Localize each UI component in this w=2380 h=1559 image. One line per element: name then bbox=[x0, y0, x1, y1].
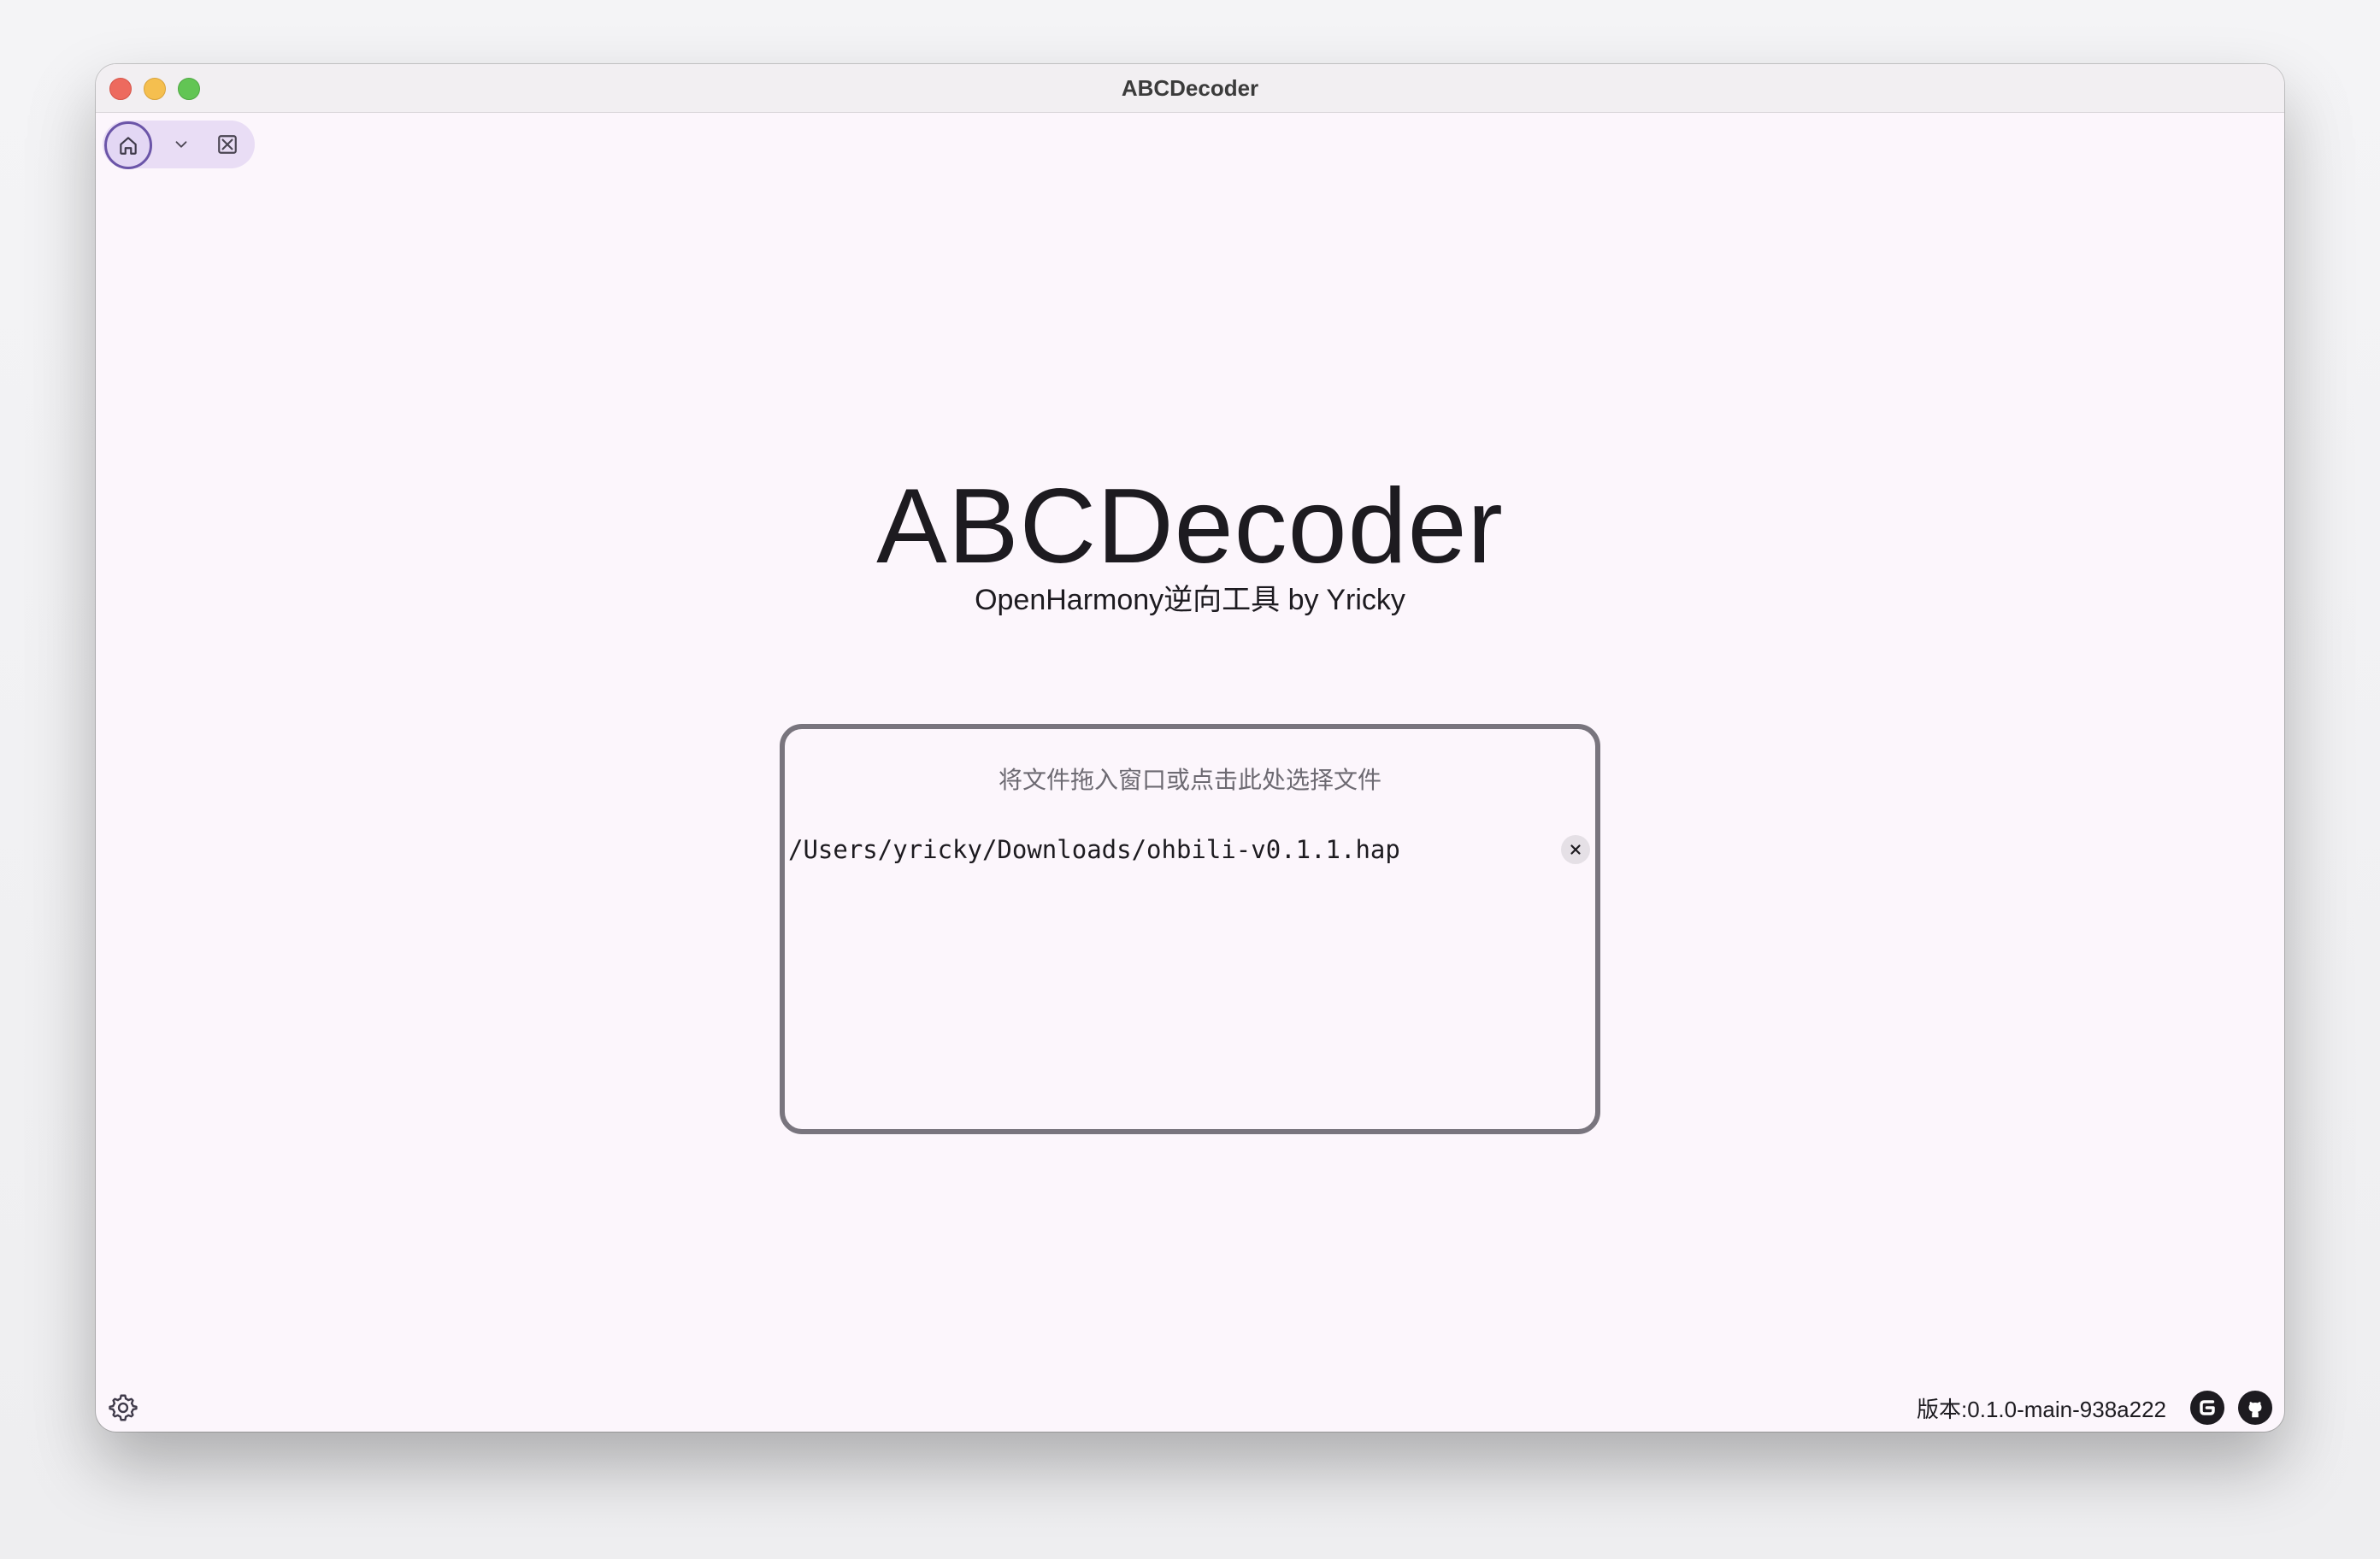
app-title: ABCDecoder bbox=[876, 468, 1504, 585]
gitee-link[interactable] bbox=[2190, 1391, 2224, 1425]
version-label: 版本:0.1.0-main-938a222 bbox=[1917, 1396, 2166, 1422]
file-path: /Users/yricky/Downloads/ohbili-v0.1.1.ha… bbox=[788, 835, 1400, 864]
github-icon bbox=[2248, 1402, 2262, 1418]
gear-icon bbox=[109, 1394, 138, 1421]
close-all-icon bbox=[218, 135, 237, 154]
footer-right: 版本:0.1.0-main-938a222 bbox=[1917, 1391, 2272, 1425]
remove-file-button[interactable] bbox=[1561, 835, 1590, 864]
settings-button[interactable] bbox=[106, 1391, 140, 1425]
close-icon bbox=[1570, 844, 1581, 855]
github-link[interactable] bbox=[2238, 1391, 2272, 1425]
chevron-down-icon bbox=[175, 141, 187, 148]
file-dropzone[interactable]: 将文件拖入窗口或点击此处选择文件 /Users/yricky/Downloads… bbox=[780, 724, 1600, 1134]
tab-bar bbox=[103, 121, 255, 169]
dropzone-hint: 将文件拖入窗口或点击此处选择文件 bbox=[998, 767, 1381, 793]
desktop: ABCDecoder ABCDecoder OpenHarmony逆向工具 by… bbox=[0, 0, 2380, 1559]
tab-expand-button[interactable] bbox=[168, 131, 195, 158]
window-title: ABCDecoder bbox=[1121, 75, 1259, 101]
app-subtitle: OpenHarmony逆向工具 by Yricky bbox=[975, 584, 1405, 616]
title-bar[interactable]: ABCDecoder bbox=[96, 64, 2284, 113]
close-all-tabs-button[interactable] bbox=[214, 131, 241, 158]
home-icon bbox=[120, 137, 137, 155]
file-list-item[interactable]: /Users/yricky/Downloads/ohbili-v0.1.1.ha… bbox=[788, 830, 1590, 873]
gitee-icon bbox=[2200, 1400, 2215, 1415]
app-window: ABCDecoder ABCDecoder OpenHarmony逆向工具 by… bbox=[96, 64, 2284, 1432]
home-tab-button[interactable] bbox=[104, 121, 152, 169]
